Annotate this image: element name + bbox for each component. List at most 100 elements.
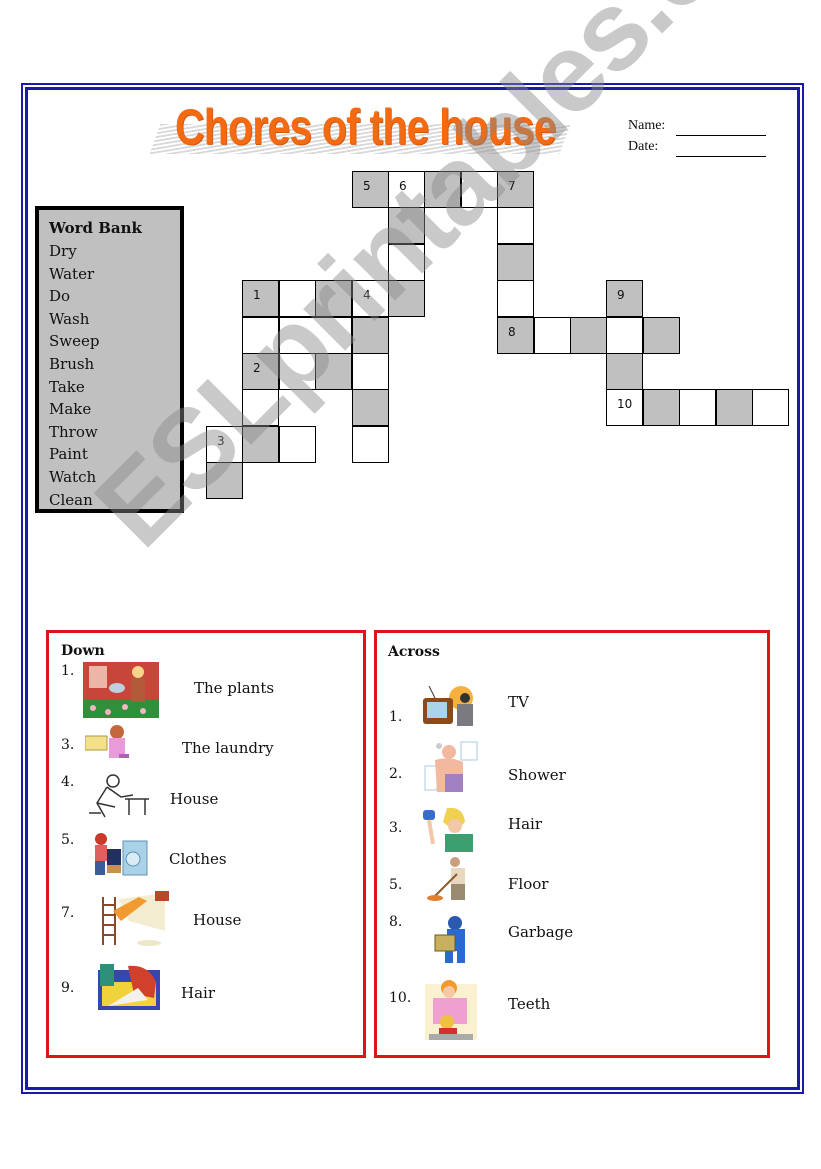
word-bank-word: Dry — [49, 242, 77, 260]
across-clues-panel: Across 1. TV 2. Shower 3. Hair 5. Floor … — [374, 630, 770, 1058]
crossword-cell[interactable] — [643, 317, 680, 354]
crossword-cell[interactable] — [679, 389, 716, 426]
clue-number-label: 3 — [217, 434, 225, 448]
watering-plants-picture — [83, 662, 159, 718]
crossword-cell[interactable]: 5 — [352, 171, 389, 208]
across-clue-text: Garbage — [508, 923, 574, 941]
clue-number-label: 1 — [253, 288, 261, 302]
crossword-cell[interactable] — [461, 171, 498, 208]
word-bank: Word Bank Dry Water Do Wash Sweep Brush … — [35, 206, 184, 513]
brushing-teeth-picture — [425, 978, 477, 1040]
crossword-cell[interactable] — [497, 280, 534, 317]
painting-wall-picture — [99, 891, 171, 949]
shower-picture — [423, 738, 479, 794]
crossword-cell[interactable] — [643, 389, 680, 426]
crossword-cell[interactable]: 6 — [388, 171, 425, 208]
clue-number-label: 7 — [508, 179, 516, 193]
clue-number-label: 5 — [363, 179, 371, 193]
crossword-cell[interactable] — [497, 207, 534, 244]
crossword-grid: 5 6 7 1 4 9 8 2 10 3 — [206, 171, 796, 501]
clue-number-label: 9 — [617, 288, 625, 302]
word-bank-word: Throw — [49, 422, 98, 441]
crossword-cell[interactable] — [388, 207, 425, 244]
watching-tv-picture — [421, 686, 477, 728]
word-bank-word: Take — [49, 377, 85, 396]
down-clue-number: 1. — [61, 663, 75, 679]
garbage-picture — [431, 915, 475, 965]
word-bank-word: Water — [49, 264, 95, 283]
word-bank-word: Do — [49, 287, 71, 306]
clue-number-label: 8 — [508, 325, 516, 339]
down-clue-number: 5. — [61, 832, 75, 848]
crossword-cell[interactable] — [352, 426, 389, 463]
down-clue-text: House — [170, 790, 219, 808]
crossword-cell[interactable] — [424, 171, 461, 208]
across-heading: Across — [388, 644, 440, 660]
crossword-cell[interactable]: 8 — [497, 317, 534, 354]
across-clue-number: 2. — [389, 766, 403, 782]
date-label: Date: — [628, 139, 659, 154]
name-label: Name: — [628, 118, 666, 133]
down-heading: Down — [61, 643, 105, 659]
word-bank-word: Wash — [49, 309, 90, 328]
crossword-cell[interactable]: 4 — [352, 280, 389, 317]
date-field[interactable] — [676, 142, 766, 157]
crossword-cell[interactable]: 10 — [606, 389, 643, 426]
crossword-cell[interactable] — [570, 317, 607, 354]
word-bank-heading: Word Bank — [49, 219, 142, 237]
down-clue-text: The laundry — [182, 739, 274, 757]
across-clue-text: Hair — [508, 815, 542, 833]
crossword-cell[interactable] — [388, 244, 425, 281]
crossword-cell[interactable] — [352, 353, 389, 390]
across-clue-text: Shower — [508, 766, 566, 784]
down-clue-text: House — [193, 911, 242, 929]
crossword-cell[interactable] — [352, 317, 389, 354]
washing-hair-picture — [98, 964, 160, 1010]
crossword-cell[interactable] — [606, 317, 643, 354]
crossword-cell[interactable] — [315, 353, 352, 390]
crossword-cell[interactable]: 1 — [242, 280, 279, 317]
crossword-cell[interactable] — [279, 426, 316, 463]
down-clue-number: 3. — [61, 737, 75, 753]
crossword-cell[interactable] — [279, 353, 316, 390]
word-bank-word: Brush — [49, 354, 95, 373]
crossword-cell[interactable] — [315, 280, 352, 317]
crossword-cell[interactable] — [534, 317, 571, 354]
hair-dryer-picture — [423, 808, 475, 852]
crossword-cell[interactable] — [242, 389, 279, 426]
word-bank-word: Make — [49, 400, 92, 419]
crossword-cell[interactable] — [716, 389, 753, 426]
crossword-cell[interactable] — [752, 389, 789, 426]
crossword-cell[interactable] — [279, 317, 352, 354]
across-clue-number: 5. — [389, 877, 403, 893]
across-clue-number: 10. — [389, 990, 412, 1006]
across-clue-text: TV — [508, 693, 529, 711]
crossword-cell[interactable] — [606, 353, 643, 390]
crossword-cell[interactable] — [497, 244, 534, 281]
laundry-basket-picture — [85, 724, 131, 762]
crossword-cell[interactable]: 3 — [206, 426, 243, 463]
down-clue-number: 9. — [61, 980, 75, 996]
crossword-cell[interactable] — [279, 280, 316, 317]
across-clue-number: 3. — [389, 820, 403, 836]
down-clue-number: 7. — [61, 905, 75, 921]
crossword-cell[interactable] — [352, 389, 389, 426]
across-clue-number: 8. — [389, 914, 403, 930]
page-title: Chores of the house — [175, 99, 557, 155]
crossword-cell[interactable] — [206, 462, 243, 499]
across-clue-text: Floor — [508, 875, 549, 893]
word-bank-word: Watch — [49, 467, 97, 486]
word-bank-word: Sweep — [49, 332, 100, 351]
crossword-cell[interactable] — [242, 317, 279, 354]
washing-machine-picture — [85, 831, 149, 879]
crossword-cell[interactable] — [242, 426, 279, 463]
crossword-cell[interactable]: 7 — [497, 171, 534, 208]
clue-number-label: 2 — [253, 361, 261, 375]
crossword-cell[interactable]: 9 — [606, 280, 643, 317]
clue-number-label: 10 — [617, 397, 633, 411]
crossword-cell[interactable] — [388, 280, 425, 317]
down-clues-panel: Down 1. The plants 3. The laundry 4. Hou… — [46, 630, 366, 1058]
name-field[interactable] — [676, 121, 766, 136]
crossword-cell[interactable]: 2 — [242, 353, 279, 390]
clue-number-label: 6 — [399, 179, 407, 193]
